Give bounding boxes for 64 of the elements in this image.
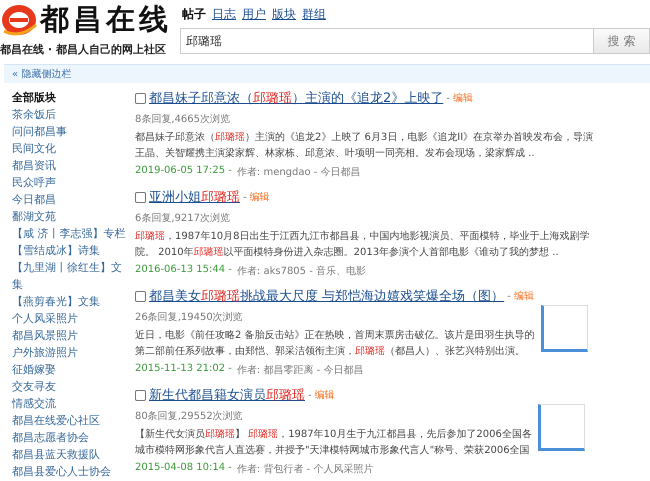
separator: - (507, 290, 511, 302)
sidebar-heading: 全部版块 (12, 90, 57, 106)
sidebar-item[interactable]: 都昌风景照片 (12, 327, 132, 344)
sidebar-item[interactable]: 民间文化 (12, 140, 132, 157)
author-info: 作者: mengdao - 今日都昌 (236, 166, 361, 179)
checkbox[interactable] (135, 290, 146, 302)
nav-link[interactable]: 用户 (242, 6, 266, 22)
separator: - (243, 192, 247, 202)
sidebar-item[interactable]: 都昌资讯 (12, 157, 132, 174)
result-snippet: 都昌妹子邱意浓（邱璐瑶）主演的《追龙2》上映了 6月3日，电影《追龙II》在京举办首映发布会，导演 王晶、关智耀携主演梁家辉、林家栋、邱意浓、叶项明一同亮相。发布会现场，梁家辉成 .. (135, 130, 594, 161)
sidebar-item[interactable]: 征婚嫁娶 (12, 361, 132, 378)
sidebar-item[interactable]: 今日都昌 (12, 191, 132, 208)
sidebar-item[interactable]: 个人风采照片 (12, 310, 132, 327)
sidebar-item[interactable]: 都昌县爱心人士协会 (12, 463, 132, 480)
sidebar-item[interactable]: 民众呼声 (12, 174, 132, 191)
edit-link[interactable]: 编辑 (514, 289, 534, 303)
sidebar-item[interactable]: 都昌志愿者协会 (12, 429, 132, 446)
sidebar-item[interactable]: 【九里湖丨徐红生】文集 (12, 259, 132, 293)
search-button[interactable]: 搜 索 (594, 28, 650, 54)
post-date: 2019-06-05 17:25 - (135, 165, 232, 178)
sidebar-item[interactable]: 情感交流 (12, 395, 132, 412)
sidebar-item[interactable]: 交友寻友 (12, 378, 132, 395)
separator: - (308, 390, 312, 400)
nav-link[interactable]: 日志 (212, 6, 236, 22)
edit-link[interactable]: 编辑 (452, 91, 473, 105)
sidebar-item[interactable]: 问问都昌事 (12, 123, 132, 140)
search-field[interactable]: 邱璐瑶 (180, 28, 594, 54)
sidebar-item[interactable]: 都昌在线爱心社区 (12, 412, 132, 429)
sidebar-item[interactable]: 茶余饭后 (12, 106, 132, 123)
sidebar-item[interactable]: 【燕剪春光】文集 (12, 293, 132, 310)
author-info: 作者: aks7805 - 音乐、电影 (236, 264, 366, 278)
post-date: 2015-11-13 21:02 - (135, 363, 232, 376)
result-stats: 8条回复,4665次浏览 (135, 112, 231, 126)
logo-icon (0, 3, 38, 37)
result-stats: 6条回复,9217次浏览 (135, 212, 231, 225)
site-tagline: 都昌在线 · 都昌人自己的网上社区 (0, 42, 167, 57)
author-info: 作者: 背包行者 - 个人风采照片 (236, 462, 374, 476)
result-snippet: 邱璐瑶，1987年10月8日出生于江西九江市都昌县，中国内地影视演员、平面模特，毕业于上海戏剧学 院。 2010年邱璐瑶以平面模特身份进入杂志圈。2013年参演个人首部电影《谁动了我的梦想 .. (135, 230, 590, 260)
hide-sidebar-link[interactable]: « 隐藏侧边栏 (12, 67, 72, 81)
nav-link[interactable]: 帖子 (182, 6, 206, 22)
checkbox[interactable] (135, 92, 146, 104)
result-stats: 80条回复,29552次浏览 (135, 410, 244, 423)
post-date: 2015-04-08 10:14 - (135, 462, 232, 475)
thumbnail-placeholder (538, 404, 585, 451)
logo-text: 都昌在线 (40, 1, 172, 38)
checkbox[interactable] (135, 192, 146, 202)
result-snippet: 近日，电影《前任攻略2 备胎反击站》正在热映，首周末票房击破亿。该片是田羽生执导的 第二部前任系列故事，由郑恺、郭采洁领衔主演，邱璐瑶（都昌人）、张艺兴特别出演。 (135, 328, 535, 359)
result-snippet: 【新生代女演员邱璐瑶】 邱璐瑶，1987年10月生于九江都昌县，先后参加了2006全国各 城市模特网形象代言人直选赛，并授予"天津模特网城市形象代言人"称号、荣获2006全国 (135, 428, 532, 458)
separator: - (446, 92, 450, 104)
result-title-link[interactable]: 亚洲小姐邱璐瑶 (149, 188, 240, 206)
author-info: 作者: 都昌零距离 - 今日都昌 (236, 364, 364, 377)
result-stats: 26条回复,19450次浏览 (135, 310, 244, 324)
sidebar-item[interactable]: 【雪结成冰】诗集 (12, 242, 132, 259)
thumbnail-placeholder (540, 305, 588, 352)
checkbox[interactable] (135, 390, 146, 400)
sidebar-item[interactable]: 鄱湖文苑 (12, 208, 132, 225)
edit-link[interactable]: 编辑 (250, 190, 270, 204)
sidebar-item[interactable]: 户外旅游照片 (12, 344, 132, 361)
edit-link[interactable]: 编辑 (314, 388, 335, 402)
post-date: 2016-06-13 15:44 - (135, 264, 232, 277)
nav-link[interactable]: 版块 (272, 6, 296, 22)
sidebar-item[interactable]: 都昌县蓝天救援队 (12, 446, 132, 463)
sidebar-item[interactable]: 【咸 济丨李志强】专栏 (12, 225, 132, 242)
nav-link[interactable]: 群组 (302, 6, 326, 22)
